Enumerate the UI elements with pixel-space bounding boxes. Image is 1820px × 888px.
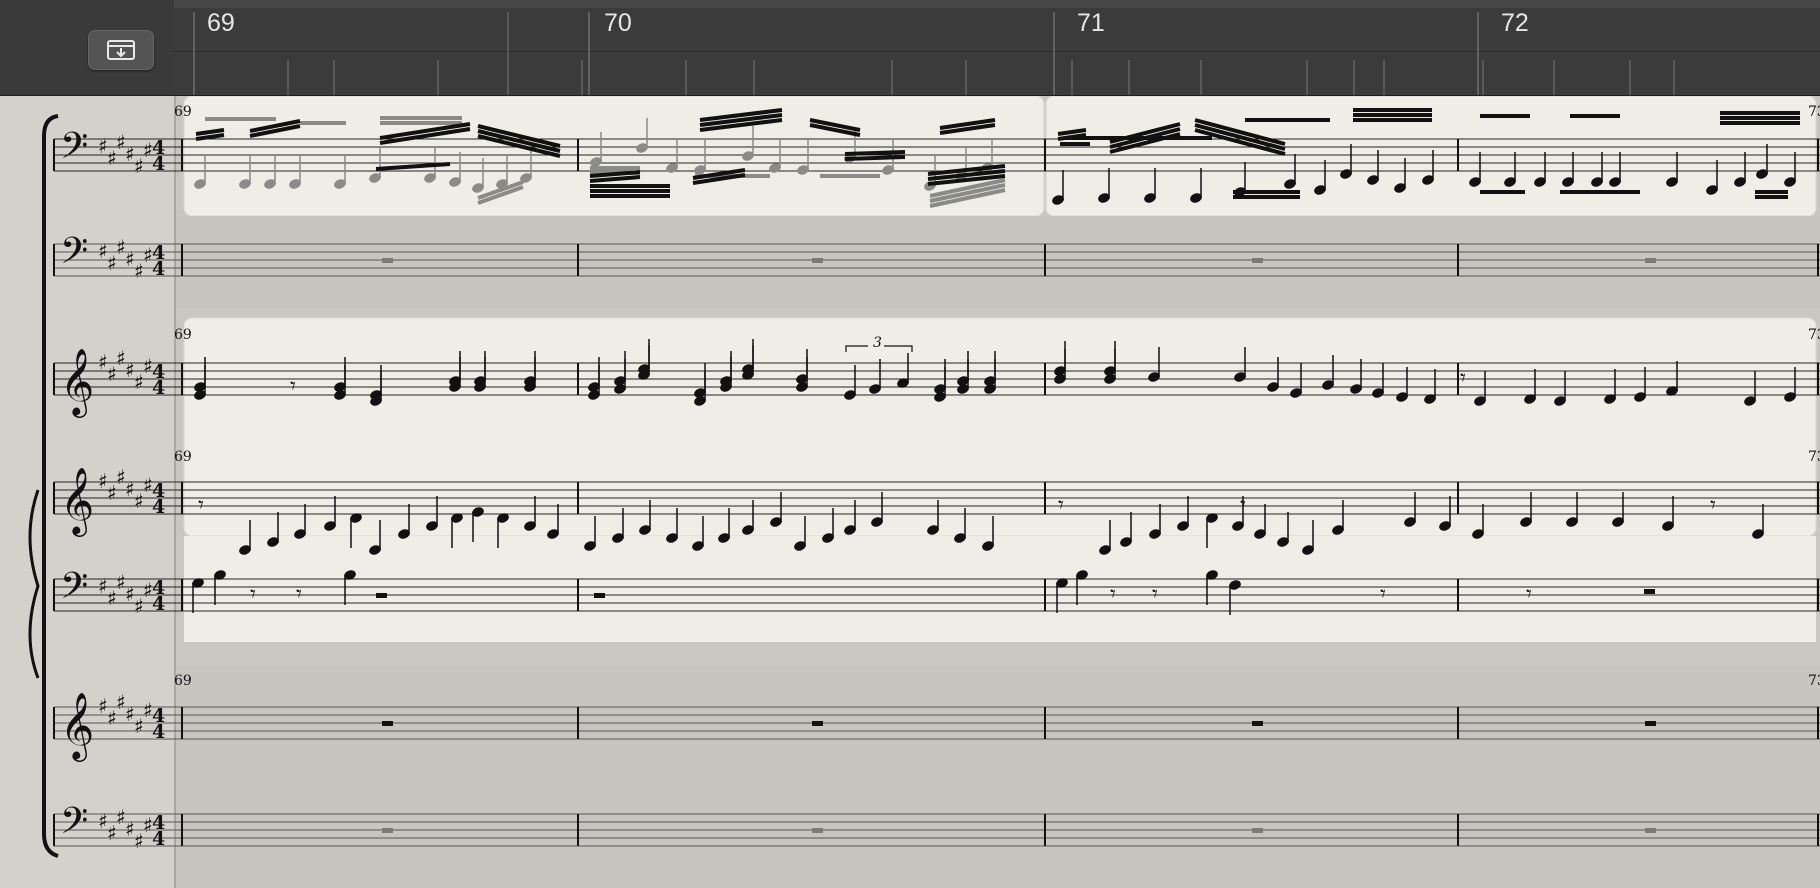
import-button[interactable] [88, 30, 154, 70]
note-beam [844, 150, 906, 156]
time-sig-bottom: 4 [152, 153, 165, 175]
whole-rest [812, 721, 823, 726]
system-bar-number: 69 [174, 673, 192, 689]
ruler-bar-71: 71 [1077, 9, 1105, 37]
eighth-rest: 𝄾 [250, 582, 256, 607]
triplet-number: 3 [873, 335, 882, 351]
continuation-bar-number: 73 [1808, 104, 1820, 120]
eighth-rest: 𝄾 [1240, 493, 1246, 518]
bar-ruler[interactable]: 69 70 71 72 [174, 0, 1820, 96]
eighth-rest: 𝄾 [1058, 493, 1064, 518]
whole-rest [1645, 258, 1656, 263]
treble-clef-icon: 𝄞 [60, 691, 94, 762]
note-beam [844, 155, 906, 161]
system-bar-number: 69 [174, 449, 192, 465]
treble-clef-icon: 𝄞 [60, 347, 94, 418]
whole-rest [812, 258, 823, 263]
continuation-bar-number: 73 [1808, 327, 1820, 343]
bass-clef-icon: 𝄢 [60, 565, 88, 616]
eighth-rest: 𝄾 [1152, 582, 1158, 607]
system-bar-number: 69 [174, 104, 192, 120]
whole-rest [1644, 589, 1655, 594]
score-view[interactable]: 𝄢 ♯ ♯♯ ♯ ♯♯ 44𝄢 ♯ ♯♯ ♯ ♯♯ 44𝄞 ♯ ♯♯ ♯ ♯♯ 44𝄞 ♯ ♯♯ ♯ ♯♯ 44𝄢 ♯ ♯♯… [0, 96, 1820, 888]
piano-brace [28, 489, 40, 679]
eighth-rest: 𝄾 [1110, 582, 1116, 607]
eighth-rest: 𝄾 [296, 582, 302, 607]
eighth-rest: 𝄾 [198, 493, 204, 518]
whole-rest [1252, 721, 1263, 726]
whole-rest [594, 593, 605, 598]
eighth-rest: 𝄾 [1526, 582, 1532, 607]
time-sig-bottom: 4 [152, 377, 165, 399]
whole-rest [382, 721, 393, 726]
time-sig-bottom: 4 [152, 496, 165, 518]
time-sig-bottom: 4 [152, 258, 165, 280]
whole-rest [812, 828, 823, 833]
time-sig-bottom: 4 [152, 721, 165, 743]
ruler-bar-72: 72 [1501, 9, 1529, 37]
bass-clef-icon: 𝄢 [60, 800, 88, 851]
eighth-rest: 𝄾 [1380, 582, 1386, 607]
system-bracket [42, 114, 59, 858]
continuation-bar-number: 73 [1808, 449, 1820, 465]
ruler-bar-70: 70 [604, 9, 632, 37]
eighth-rest: 𝄾 [1460, 366, 1466, 391]
region-block-3 [183, 317, 1817, 537]
whole-rest [382, 258, 393, 263]
treble-clef-icon: 𝄞 [60, 466, 94, 537]
region-inactive [176, 666, 1820, 888]
track-header-corner [0, 0, 174, 96]
whole-rest [1645, 721, 1656, 726]
region-inactive [176, 216, 1820, 308]
bass-clef-icon: 𝄢 [60, 125, 88, 176]
time-sig-bottom: 4 [152, 593, 165, 615]
whole-rest [1252, 258, 1263, 263]
region-block-4 [184, 536, 1816, 642]
continuation-bar-number: 73 [1808, 673, 1820, 689]
whole-rest [1252, 828, 1263, 833]
bass-clef-icon: 𝄢 [60, 230, 88, 281]
system-bar-number: 69 [174, 327, 192, 343]
whole-rest [1645, 828, 1656, 833]
whole-rest [382, 828, 393, 833]
eighth-rest: 𝄾 [290, 374, 296, 399]
time-sig-bottom: 4 [152, 828, 165, 850]
whole-rest [376, 593, 387, 598]
ruler-bar-69: 69 [207, 9, 235, 37]
tray-arrow-down-icon [107, 40, 135, 60]
eighth-rest: 𝄾 [1710, 493, 1716, 518]
